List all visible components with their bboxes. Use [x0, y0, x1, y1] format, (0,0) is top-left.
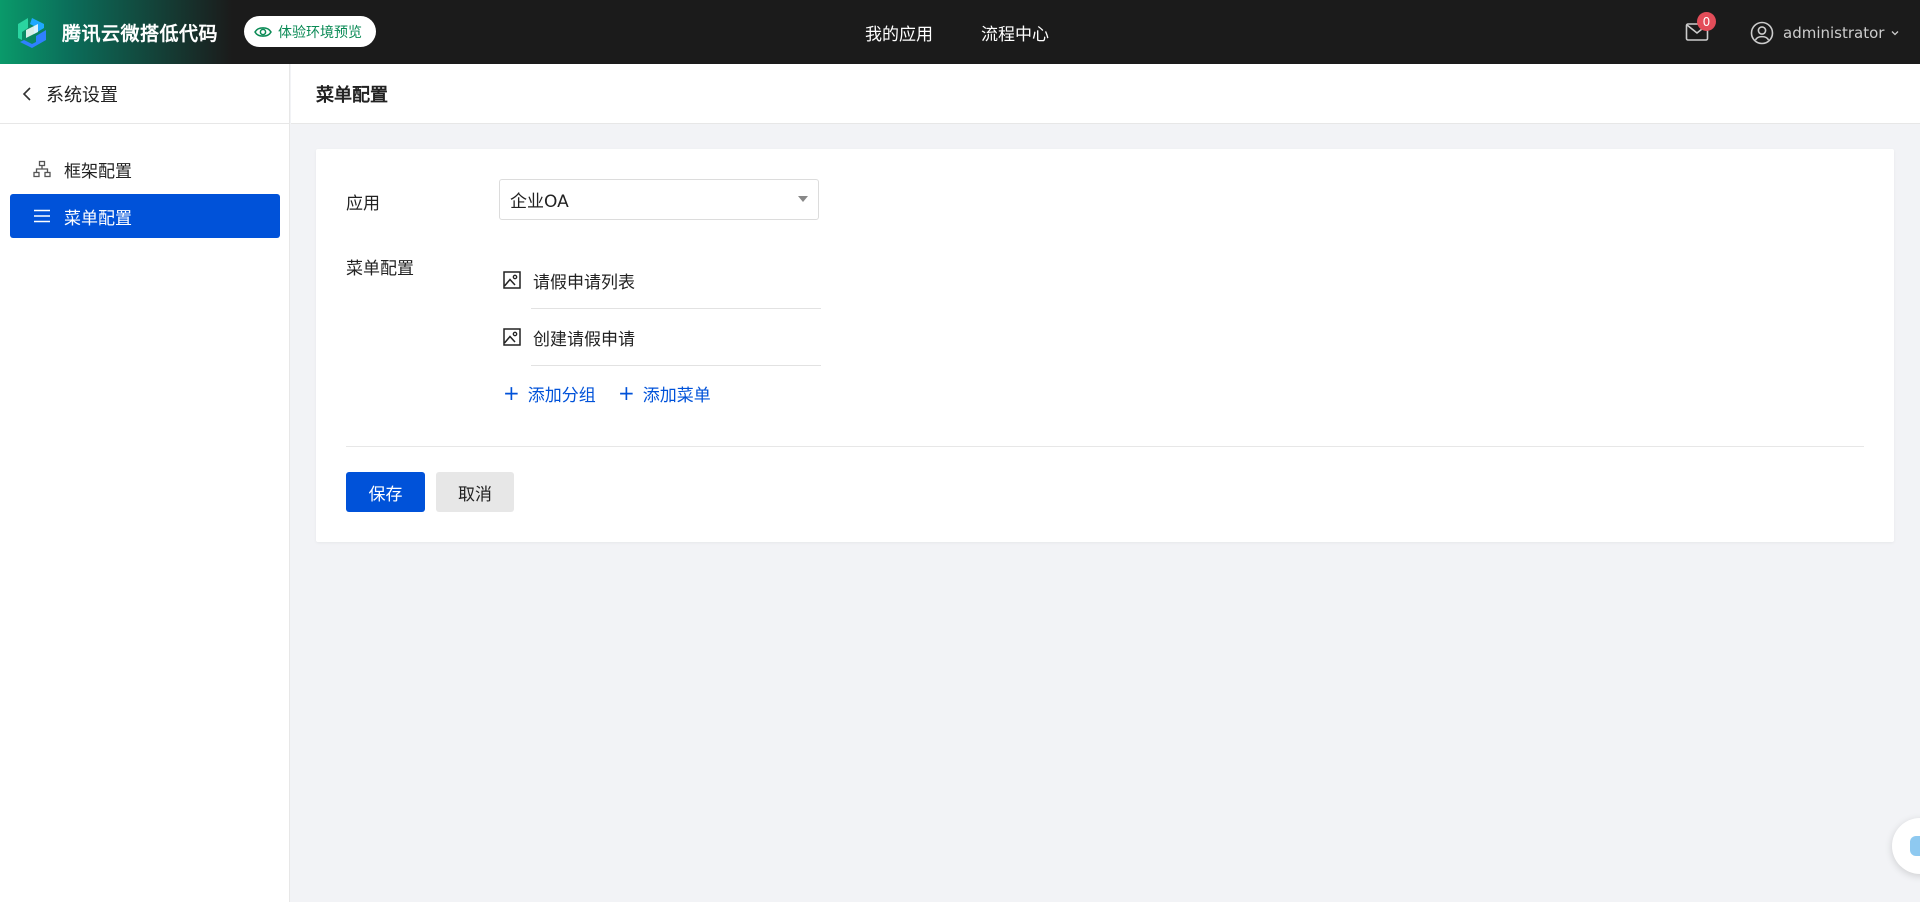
add-menu-button[interactable]: + 添加菜单 [618, 381, 711, 406]
sidebar-title: 系统设置 [46, 84, 118, 106]
brand[interactable]: 腾讯云微搭低代码 [0, 0, 232, 64]
sidebar-item-label: 框架配置 [64, 161, 132, 182]
menu-item-divider [531, 365, 821, 366]
chevron-left-icon [22, 86, 32, 102]
chevron-down-icon [1890, 28, 1900, 38]
plus-icon: + [503, 381, 520, 405]
menu-item-create-leave[interactable]: 创建请假申请 [499, 308, 821, 366]
user-menu[interactable]: administrator [1750, 20, 1900, 46]
add-group-button[interactable]: + 添加分组 [503, 381, 596, 406]
image-icon [503, 271, 521, 289]
app-select-value: 企业OA [510, 192, 569, 212]
sidebar-item-menu-config[interactable]: 菜单配置 [10, 194, 280, 238]
app-select[interactable]: 企业OA [499, 179, 819, 220]
assistant-icon [1910, 836, 1920, 856]
list-icon [32, 206, 52, 226]
nav-my-apps[interactable]: 我的应用 [865, 20, 933, 45]
menu-item-label: 创建请假申请 [533, 329, 635, 350]
cancel-button[interactable]: 取消 [436, 472, 514, 512]
page-title: 菜单配置 [291, 64, 1920, 124]
sidebar-item-label: 菜单配置 [64, 208, 132, 229]
floating-assistant-button[interactable] [1892, 818, 1920, 874]
mail-count-badge: 0 [1697, 12, 1716, 31]
menu-config-field-label: 菜单配置 [346, 259, 414, 279]
sidebar: 系统设置 框架配置 菜单配置 [0, 64, 290, 902]
back-to-system-settings[interactable]: 系统设置 [0, 64, 289, 124]
top-bar: 腾讯云微搭低代码 体验环境预览 我的应用 流程中心 0 administrato… [0, 0, 1920, 64]
image-icon [503, 328, 521, 346]
preview-env-badge[interactable]: 体验环境预览 [244, 16, 376, 47]
save-button[interactable]: 保存 [346, 472, 425, 512]
top-nav: 我的应用 流程中心 [865, 0, 1097, 64]
menu-item-leave-list[interactable]: 请假申请列表 [499, 251, 821, 309]
add-group-label: 添加分组 [527, 385, 596, 406]
menu-config-card: 应用 企业OA 菜单配置 请假申请列表 创建请假申请 + 添加分组 + 添加菜单… [316, 149, 1894, 542]
brand-name: 腾讯云微搭低代码 [62, 22, 219, 45]
menu-item-label: 请假申请列表 [533, 272, 635, 293]
username: administrator [1783, 24, 1885, 42]
nav-process-center[interactable]: 流程中心 [981, 20, 1049, 45]
eye-icon [254, 25, 272, 39]
caret-down-icon [798, 196, 808, 202]
plus-icon: + [618, 381, 635, 405]
preview-badge-label: 体验环境预览 [278, 24, 362, 41]
sidebar-item-frame-config[interactable]: 框架配置 [10, 147, 280, 191]
form-divider [346, 446, 1864, 447]
add-menu-label: 添加菜单 [642, 385, 711, 406]
user-avatar-icon [1750, 21, 1774, 45]
weda-logo-icon [14, 14, 50, 50]
sitemap-icon [32, 159, 52, 179]
app-field-label: 应用 [346, 194, 380, 214]
